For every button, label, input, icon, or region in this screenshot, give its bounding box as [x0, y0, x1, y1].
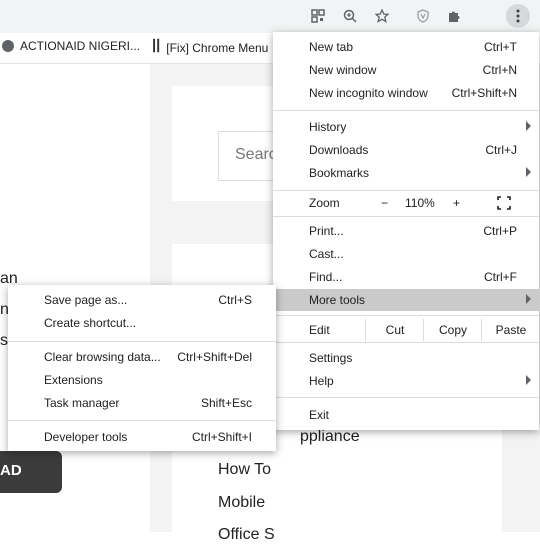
cut-button[interactable]: Cut [365, 319, 424, 341]
menu-item-more-tools[interactable]: More tools [273, 289, 539, 311]
submenu-item-extensions[interactable]: Extensions [8, 369, 276, 391]
menu-item-label: Edit [309, 323, 330, 337]
bookmark-actionaid[interactable]: ACTIONAID NIGERI... [2, 39, 140, 53]
menu-item-label: New window [309, 63, 377, 77]
submenu-item-task-manager[interactable]: Task manager Shift+Esc [8, 392, 276, 414]
menu-item-label: Extensions [44, 373, 103, 387]
menu-item-find[interactable]: Find... Ctrl+F [273, 266, 539, 288]
menu-separator [273, 190, 539, 191]
menu-item-label: Save page as... [44, 293, 128, 307]
menu-separator [8, 420, 276, 421]
submenu-item-save-page[interactable]: Save page as... Ctrl+S [8, 289, 276, 311]
menu-item-shortcut: Ctrl+S [218, 293, 252, 307]
paste-button[interactable]: Paste [481, 319, 540, 341]
globe-icon [2, 40, 14, 52]
menu-item-label: History [309, 120, 347, 134]
menu-item-shortcut: Ctrl+F [484, 270, 517, 284]
site-logo-icon: ꟾꟾ [152, 39, 161, 55]
fullscreen-icon[interactable] [497, 196, 511, 213]
menu-item-shortcut: Ctrl+N [482, 63, 517, 77]
menu-item-downloads[interactable]: Downloads Ctrl+J [273, 139, 539, 161]
menu-item-shortcut: Ctrl+Shift+N [451, 86, 517, 100]
menu-item-label: More tools [309, 293, 366, 307]
menu-separator [273, 110, 539, 111]
menu-item-label: Task manager [44, 396, 120, 410]
menu-item-label: Find... [309, 270, 343, 284]
submenu-arrow-icon [526, 167, 531, 177]
menu-item-new-tab[interactable]: New tab Ctrl+T [273, 36, 539, 58]
menu-item-shortcut: Ctrl+Shift+I [191, 430, 252, 444]
menu-item-label: Downloads [309, 143, 369, 157]
copy-button[interactable]: Copy [423, 319, 482, 341]
menu-item-shortcut: Ctrl+T [484, 40, 517, 54]
menu-item-label: New tab [309, 40, 354, 54]
shield-extension-icon[interactable] [413, 6, 433, 26]
zoom-level-value: 110% [405, 196, 435, 210]
menu-item-label: Developer tools [44, 430, 128, 444]
submenu-arrow-icon [526, 375, 531, 385]
submenu-item-create-shortcut[interactable]: Create shortcut... [8, 312, 276, 334]
menu-item-label: Cast... [309, 247, 344, 261]
star-icon[interactable] [372, 6, 392, 26]
more-tools-submenu: Save page as... Ctrl+S Create shortcut..… [8, 285, 276, 451]
menu-item-settings[interactable]: Settings [273, 347, 539, 369]
menu-item-shortcut: Ctrl+J [485, 143, 517, 157]
menu-item-label: Exit [309, 408, 330, 422]
chrome-main-menu: New tab Ctrl+T New window Ctrl+N New inc… [273, 32, 539, 430]
menu-item-history[interactable]: History [273, 116, 539, 138]
menu-item-label: Create shortcut... [44, 316, 137, 330]
download-button-label: AD [0, 462, 22, 479]
menu-item-label: Zoom [309, 196, 340, 210]
menu-separator [273, 342, 539, 343]
zoom-in-button[interactable]: + [453, 196, 460, 210]
menu-separator [8, 341, 276, 342]
bookmark-chrome-menu-fix[interactable]: ꟾꟾ [Fix] Chrome Menu [152, 39, 268, 56]
zoom-icon[interactable] [340, 6, 360, 26]
menu-item-new-incognito[interactable]: New incognito window Ctrl+Shift+N [273, 82, 539, 104]
category-link[interactable]: Office S [218, 526, 275, 544]
qr-code-icon[interactable] [308, 6, 328, 26]
search-placeholder: Searc [235, 146, 277, 163]
menu-item-label: Clear browsing data... [44, 350, 161, 364]
menu-separator [273, 216, 539, 217]
bookmark-label: ACTIONAID NIGERI... [20, 39, 141, 53]
menu-item-cast[interactable]: Cast... [273, 243, 539, 265]
submenu-item-clear-data[interactable]: Clear browsing data... Ctrl+Shift+Del [8, 346, 276, 368]
menu-separator [273, 315, 539, 316]
category-link[interactable]: How To [218, 461, 271, 479]
menu-item-exit[interactable]: Exit [273, 404, 539, 426]
download-button[interactable]: AD [0, 451, 62, 493]
kebab-menu-icon[interactable] [506, 4, 530, 28]
menu-item-new-window[interactable]: New window Ctrl+N [273, 59, 539, 81]
bookmark-label: [Fix] Chrome Menu [166, 40, 269, 55]
menu-item-print[interactable]: Print... Ctrl+P [273, 220, 539, 242]
menu-item-label: Help [309, 374, 334, 388]
menu-item-help[interactable]: Help [273, 370, 539, 392]
submenu-item-developer-tools[interactable]: Developer tools Ctrl+Shift+I [8, 426, 276, 448]
puzzle-extensions-icon[interactable] [444, 6, 464, 26]
menu-item-zoom: Zoom − 110% + [273, 192, 539, 214]
zoom-out-button[interactable]: − [381, 196, 388, 210]
menu-separator [273, 397, 539, 398]
submenu-arrow-icon [526, 121, 531, 131]
submenu-arrow-icon [526, 294, 531, 304]
menu-item-bookmarks[interactable]: Bookmarks [273, 162, 539, 184]
menu-item-shortcut: Shift+Esc [200, 396, 252, 410]
menu-item-label: Settings [309, 351, 353, 365]
menu-item-shortcut: Ctrl+P [483, 224, 517, 238]
category-link[interactable]: Mobile [218, 494, 265, 512]
menu-item-label: New incognito window [309, 86, 428, 100]
menu-item-label: Bookmarks [309, 166, 370, 180]
menu-item-edit: Edit Cut Copy Paste [273, 319, 539, 341]
menu-item-shortcut: Ctrl+Shift+Del [177, 350, 252, 364]
left-text-fragment: s [0, 332, 8, 349]
browser-toolbar [0, 0, 540, 33]
category-link[interactable]: ppliance [300, 428, 360, 446]
menu-item-label: Print... [309, 224, 344, 238]
